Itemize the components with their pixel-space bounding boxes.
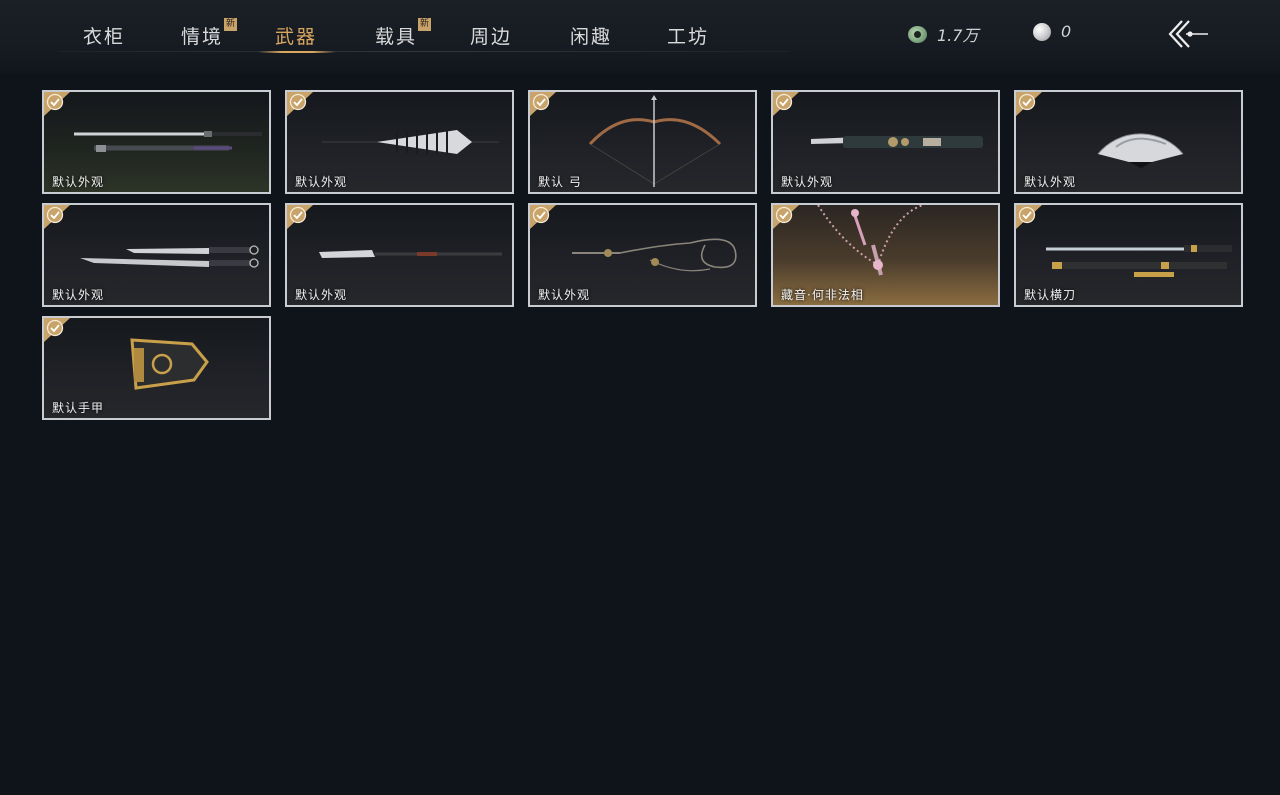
- jade-coin-icon: [908, 25, 927, 43]
- weapon-card[interactable]: 藏音·何非法相: [771, 203, 1000, 307]
- weapon-card[interactable]: 默认外观: [285, 90, 514, 194]
- weapon-card[interactable]: 默认外观: [528, 203, 757, 307]
- item-label: 默认横刀: [1024, 288, 1077, 302]
- checkmark-icon: [44, 318, 70, 342]
- pearl-amount: 0: [1061, 22, 1072, 41]
- item-label: 默认外观: [52, 175, 105, 189]
- checkmark-icon: [530, 205, 556, 229]
- checkmark-icon: [773, 205, 799, 229]
- tab-scene[interactable]: 情境新: [181, 18, 238, 49]
- item-label: 默认外观: [295, 288, 348, 302]
- weapon-card[interactable]: 默认外观: [285, 203, 514, 307]
- item-label: 默认外观: [781, 175, 834, 189]
- weapon-card[interactable]: 默认外观: [1014, 90, 1243, 194]
- item-label: 默认手甲: [52, 401, 105, 415]
- top-bar: 衣柜 情境新 武器 载具新 周边 闲趣 工坊 1.7万 0: [0, 0, 1280, 74]
- weapon-card[interactable]: 默认 弓: [528, 90, 757, 194]
- item-label: 默认外观: [295, 175, 348, 189]
- pearl-balance[interactable]: 0: [1033, 22, 1071, 41]
- item-label: 默认 弓: [538, 175, 582, 189]
- coin-balance[interactable]: 1.7万: [908, 22, 978, 46]
- item-label: 默认外观: [538, 288, 591, 302]
- item-label: 默认外观: [1024, 175, 1077, 189]
- weapon-card[interactable]: 默认手甲: [42, 316, 271, 420]
- checkmark-icon: [287, 205, 313, 229]
- tabs-divider: [60, 51, 790, 52]
- new-badge: 新: [418, 18, 432, 31]
- item-label: 默认外观: [52, 288, 105, 302]
- weapon-card[interactable]: 默认外观: [42, 203, 271, 307]
- checkmark-icon: [1016, 205, 1042, 229]
- weapon-card[interactable]: 默认外观: [771, 90, 1000, 194]
- active-tab-indicator: [258, 51, 336, 53]
- tab-leisure[interactable]: 闲趣: [570, 22, 612, 49]
- checkmark-icon: [1016, 92, 1042, 116]
- checkmark-icon: [44, 205, 70, 229]
- tab-vehicles[interactable]: 载具新: [375, 18, 432, 49]
- category-tabs: 衣柜 情境新 武器 载具新 周边 闲趣 工坊: [0, 0, 790, 74]
- checkmark-icon: [773, 92, 799, 116]
- checkmark-icon: [530, 92, 556, 116]
- checkmark-icon: [287, 92, 313, 116]
- weapon-card[interactable]: 默认外观: [42, 90, 271, 194]
- coin-amount: 1.7万: [937, 26, 979, 45]
- tab-workshop[interactable]: 工坊: [667, 22, 709, 49]
- new-badge: 新: [224, 18, 238, 31]
- tab-wardrobe[interactable]: 衣柜: [83, 22, 125, 49]
- item-label: 藏音·何非法相: [781, 288, 864, 302]
- weapon-card[interactable]: 默认横刀: [1014, 203, 1243, 307]
- checkmark-icon: [44, 92, 70, 116]
- back-arrow-icon: [1168, 20, 1208, 48]
- tab-accessories[interactable]: 周边: [470, 22, 512, 49]
- back-button[interactable]: [1166, 18, 1210, 50]
- tab-weapons[interactable]: 武器: [275, 22, 317, 49]
- pearl-icon: [1033, 22, 1051, 41]
